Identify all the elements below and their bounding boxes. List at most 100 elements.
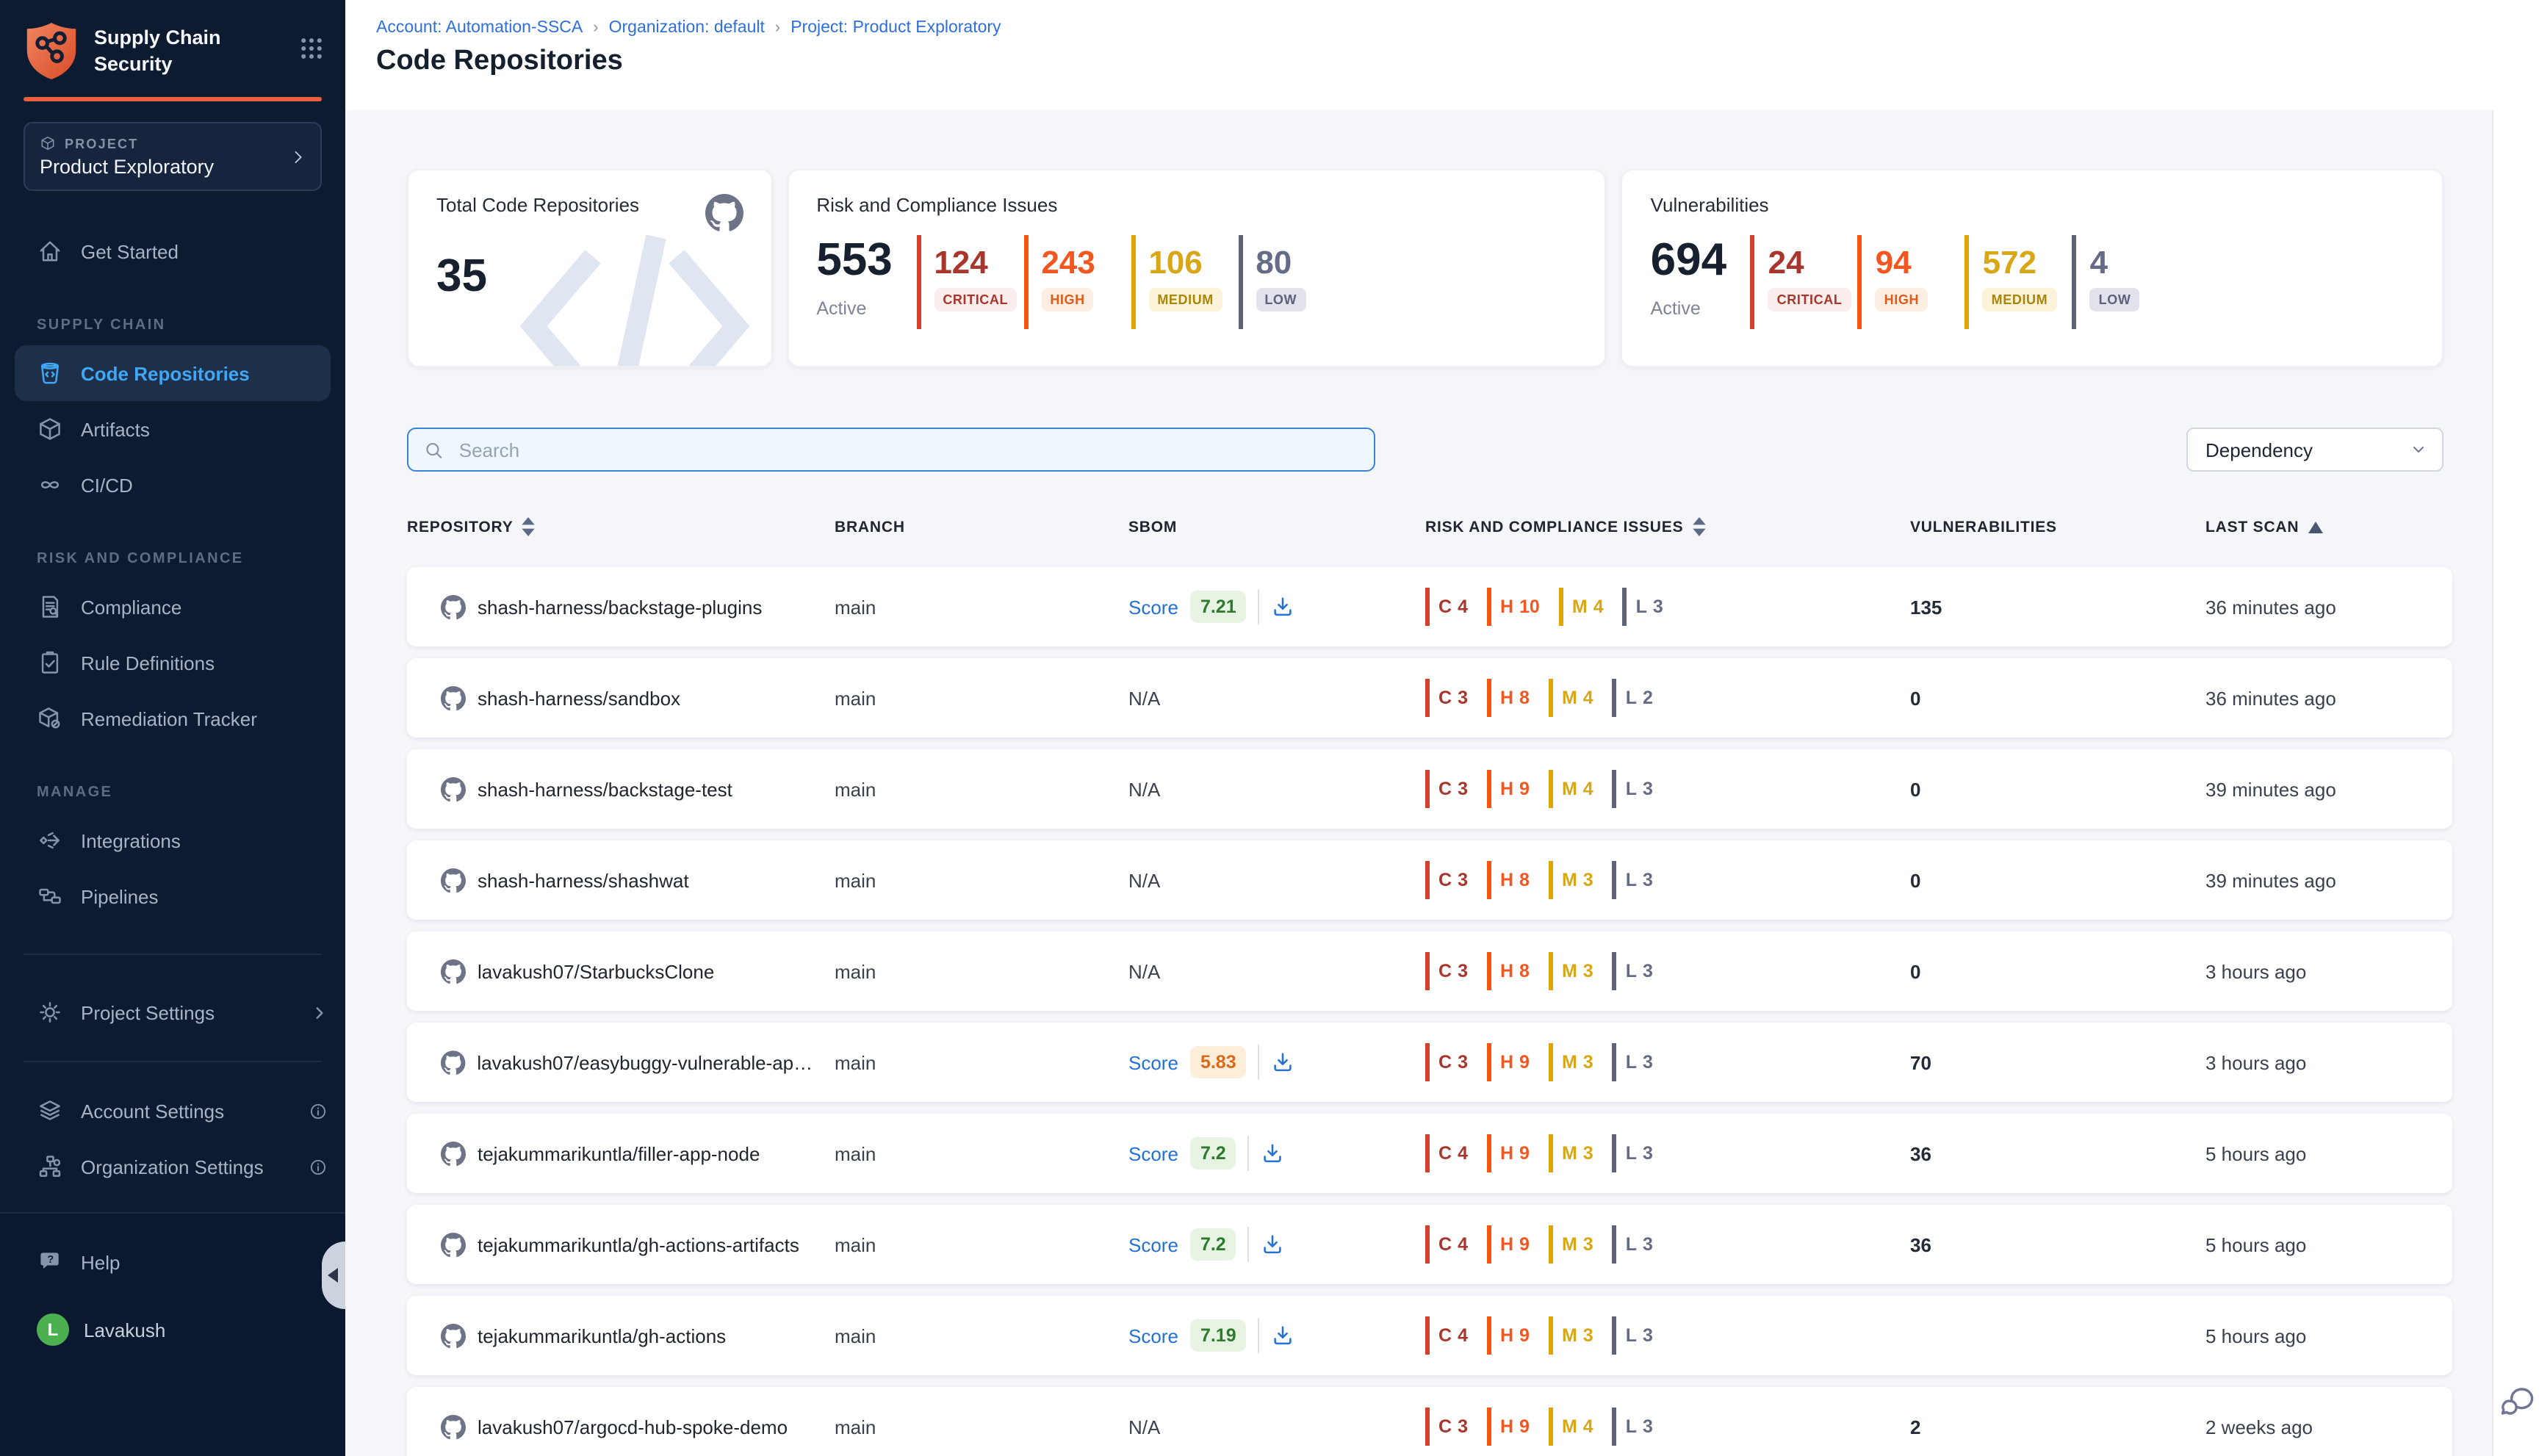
avatar: L [37, 1313, 69, 1346]
low-stat: 80 LOW [1238, 235, 1345, 329]
sbom-na: N/A [1128, 687, 1160, 709]
sidebar-item-project-settings[interactable]: Project Settings [0, 984, 345, 1040]
vulnerability-count: 0 [1910, 960, 2205, 982]
download-sbom-icon[interactable] [1272, 595, 1295, 619]
sidebar-item-cicd[interactable]: CI/CD [0, 457, 345, 513]
last-scan: 3 hours ago [2205, 960, 2452, 982]
support-chat-icon[interactable] [2498, 1383, 2536, 1421]
repository-cell: shash-harness/shashwat [407, 868, 835, 893]
last-scan: 3 hours ago [2205, 1051, 2452, 1073]
last-scan: 2 weeks ago [2205, 1416, 2452, 1438]
repository-name: tejakummarikuntla/gh-actions [478, 1325, 746, 1347]
download-sbom-icon[interactable] [1272, 1324, 1295, 1347]
sbom-score-group: Score 7.19 [1128, 1318, 1295, 1353]
sbom-cell: Score 5.83 [1128, 1045, 1425, 1080]
high-chip: H8 [1487, 679, 1530, 717]
sbom-score-link[interactable]: Score [1128, 1051, 1178, 1073]
repository-name: shash-harness/sandbox [478, 687, 701, 709]
repository-table: shash-harness/backstage-plugins main Sco… [407, 567, 2452, 1456]
sidebar-item-rule-definitions[interactable]: Rule Definitions [0, 635, 345, 691]
chevron-right-icon [289, 148, 307, 165]
project-selector[interactable]: PROJECT Product Exploratory [24, 122, 322, 191]
header-risk[interactable]: RISK AND COMPLIANCE ISSUES [1425, 517, 1910, 536]
divider [1248, 1136, 1250, 1171]
app-window: Supply Chain Security PROJECT Product Ex… [0, 0, 2539, 1456]
table-row[interactable]: lavakush07/easybuggy-vulnerable-app... m… [407, 1023, 2452, 1102]
sidebar-item-pipelines[interactable]: Pipelines [0, 868, 345, 924]
filter-value: Dependency [2205, 439, 2313, 461]
table-row[interactable]: lavakush07/StarbucksClone main N/A C3 H8… [407, 931, 2452, 1011]
code-watermark-icon [509, 232, 759, 367]
dependency-filter-select[interactable]: Dependency [2186, 428, 2443, 472]
sidebar-item-help[interactable]: ? Help [0, 1234, 345, 1290]
breadcrumb-project[interactable]: Project: Product Exploratory [790, 19, 1001, 37]
code-repository-icon [37, 360, 63, 386]
page-title: Code Repositories [376, 46, 2539, 78]
sidebar-item-remediation-tracker[interactable]: Remediation Tracker [0, 691, 345, 746]
table-row[interactable]: tejakummarikuntla/gh-actions main Score … [407, 1296, 2452, 1375]
branch: main [835, 1325, 1128, 1347]
sidebar-collapse-handle[interactable] [322, 1241, 345, 1309]
card-title: Vulnerabilities [1651, 194, 2414, 216]
repository-name: shash-harness/backstage-plugins [478, 596, 782, 618]
medium-stat: 572 MEDIUM [1965, 235, 2072, 329]
table-row[interactable]: tejakummarikuntla/gh-actions-artifacts m… [407, 1205, 2452, 1284]
table-row[interactable]: lavakush07/argocd-hub-spoke-demo main N/… [407, 1387, 2452, 1456]
sidebar-item-organization-settings[interactable]: Organization Settings [0, 1139, 345, 1194]
repository-cell: tejakummarikuntla/filler-app-node [407, 1141, 835, 1166]
sidebar-item-code-repositories[interactable]: Code Repositories [15, 345, 331, 401]
project-label: PROJECT [65, 136, 138, 151]
header-last-scan[interactable]: LAST SCAN [2205, 518, 2452, 536]
sidebar-item-compliance[interactable]: Compliance [0, 579, 345, 635]
sbom-score-badge: 5.83 [1190, 1046, 1247, 1078]
table-row[interactable]: shash-harness/sandbox main N/A C3 H8 M4 … [407, 658, 2452, 738]
search-box [407, 428, 1375, 472]
last-scan: 5 hours ago [2205, 1325, 2452, 1347]
sidebar-item-integrations[interactable]: Integrations [0, 812, 345, 868]
download-sbom-icon[interactable] [1261, 1142, 1285, 1165]
header-vulnerabilities: VULNERABILITIES [1910, 518, 2205, 536]
page-header: Account: Automation-SSCA › Organization:… [345, 0, 2539, 110]
sidebar-item-account-settings[interactable]: Account Settings [0, 1083, 345, 1139]
sbom-score-link[interactable]: Score [1128, 596, 1178, 618]
breadcrumb-account[interactable]: Account: Automation-SSCA [376, 19, 583, 37]
sbom-score-link[interactable]: Score [1128, 1325, 1178, 1347]
sbom-score-group: Score 7.21 [1128, 589, 1295, 624]
table-row[interactable]: shash-harness/backstage-plugins main Sco… [407, 567, 2452, 646]
info-icon[interactable] [309, 1157, 328, 1176]
sbom-cell: N/A [1128, 1416, 1425, 1438]
module-grid-icon[interactable] [298, 35, 325, 62]
vulnerability-count: 36 [1910, 1142, 2205, 1164]
low-chip: L3 [1613, 952, 1653, 990]
high-stat: 94 HIGH [1858, 235, 1965, 329]
table-row[interactable]: shash-harness/shashwat main N/A C3 H8 M3… [407, 840, 2452, 920]
sbom-score-badge: 7.21 [1190, 591, 1247, 623]
breadcrumb-organization[interactable]: Organization: default [609, 19, 765, 37]
vulnerability-count: 0 [1910, 687, 2205, 709]
sidebar-item-get-started[interactable]: Get Started [0, 223, 345, 279]
brand: Supply Chain Security [0, 0, 345, 82]
search-input[interactable] [456, 437, 1359, 462]
active-label: Active [816, 298, 896, 319]
high-chip: H9 [1487, 1408, 1530, 1446]
sbom-cell: N/A [1128, 869, 1425, 891]
table-row[interactable]: shash-harness/backstage-test main N/A C3… [407, 749, 2452, 829]
download-sbom-icon[interactable] [1261, 1233, 1285, 1256]
sbom-score-link[interactable]: Score [1128, 1142, 1178, 1164]
header-repository[interactable]: REPOSITORY [407, 517, 835, 536]
github-icon [441, 1141, 466, 1166]
user-menu[interactable]: L Lavakush [0, 1302, 345, 1358]
branch: main [835, 869, 1128, 891]
table-row[interactable]: tejakummarikuntla/filler-app-node main S… [407, 1114, 2452, 1193]
critical-chip: C3 [1425, 770, 1468, 808]
sort-asc-icon [2308, 521, 2322, 533]
critical-chip: C3 [1425, 679, 1468, 717]
info-icon[interactable] [309, 1101, 328, 1120]
sbom-score-link[interactable]: Score [1128, 1233, 1178, 1255]
medium-chip: M4 [1549, 679, 1593, 717]
vulnerabilities-card: Vulnerabilities 694 Active 24 CRITICAL 9… [1621, 169, 2443, 367]
sidebar-item-artifacts[interactable]: Artifacts [0, 401, 345, 457]
risk-chips: C3 H9 M4 L3 [1425, 1408, 1910, 1446]
low-chip: L3 [1613, 1408, 1653, 1446]
download-sbom-icon[interactable] [1272, 1050, 1295, 1074]
